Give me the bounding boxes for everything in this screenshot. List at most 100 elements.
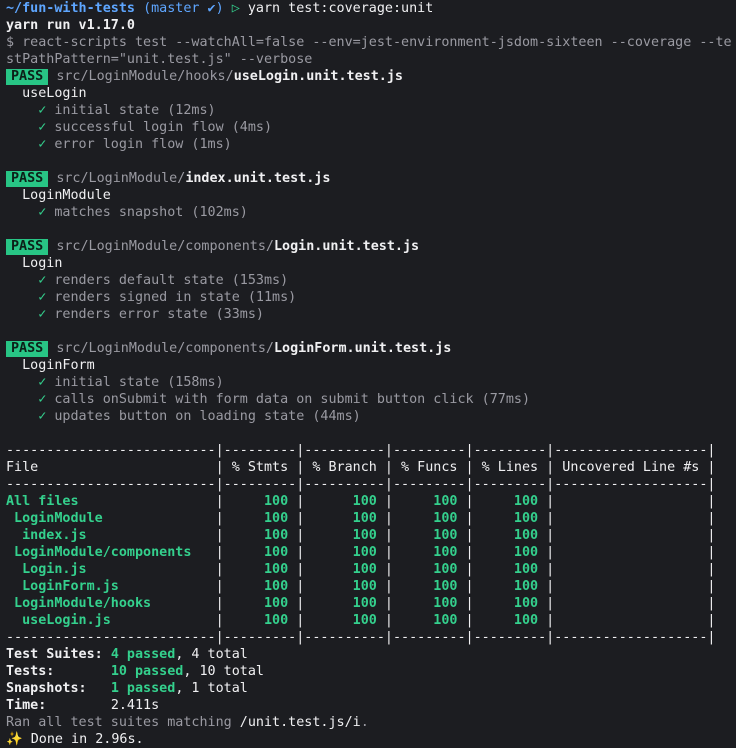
col-sep: | (465, 494, 474, 509)
col-sep: | (707, 511, 716, 526)
summary-time: Time: 2.411s (6, 697, 159, 714)
describe-block: Login (6, 255, 62, 272)
stmts-value: 100 (223, 545, 297, 560)
summary-label: Snapshots: (6, 681, 87, 696)
file-name: useLogin.js (6, 613, 216, 628)
test-name: error login flow (1ms) (54, 137, 232, 152)
lines-value: 100 (473, 562, 547, 577)
col-sep: | (384, 579, 393, 594)
ran-suffix: . (360, 715, 369, 730)
prompt-branch: (master ✔) (143, 1, 224, 16)
uncovered-value (554, 596, 707, 611)
col-sep: | (384, 545, 393, 560)
uncovered-value (554, 511, 707, 526)
lines-value: 100 (473, 613, 547, 628)
col-sep: | (707, 562, 716, 577)
col-sep: | (384, 613, 393, 628)
header-branch: % Branch (304, 460, 385, 475)
col-sep: | (215, 613, 224, 628)
summary-ran: Ran all test suites matching /unit.test.… (6, 714, 369, 731)
check-icon: ✓ (38, 290, 47, 305)
prompt-path: ~/fun-with-tests (6, 1, 135, 16)
suite-file: Login.unit.test.js (273, 239, 420, 254)
uncovered-value (554, 545, 707, 560)
check-icon: ✓ (38, 375, 47, 390)
test-result: ✓ calls onSubmit with form data on submi… (6, 391, 530, 408)
describe-name: Login (22, 256, 63, 271)
suite-header: PASS src/LoginModule/index.unit.test.js (6, 170, 330, 187)
lines-value: 100 (473, 545, 547, 560)
funcs-value: 100 (392, 494, 466, 509)
branch-value: 100 (304, 494, 385, 509)
test-name: renders default state (153ms) (54, 273, 289, 288)
pass-badge: PASS (6, 239, 49, 255)
pass-badge: PASS (6, 69, 49, 85)
file-name: Login.js (6, 562, 216, 577)
file-name: LoginModule (6, 511, 216, 526)
lines-value: 100 (473, 579, 547, 594)
test-name: successful login flow (4ms) (54, 120, 273, 135)
funcs-value: 100 (392, 545, 466, 560)
prompt-command: yarn test:coverage:unit (247, 1, 434, 16)
summary-label: Tests: (6, 664, 55, 679)
branch-value: 100 (304, 613, 385, 628)
funcs-value: 100 (392, 596, 466, 611)
table-row: useLogin.js | 100 | 100 | 100 | 100 | | (6, 612, 715, 629)
col-sep: | (707, 579, 716, 594)
header-file: File (6, 460, 216, 475)
test-result: ✓ renders error state (33ms) (6, 306, 264, 323)
funcs-value: 100 (392, 613, 466, 628)
branch-value: 100 (304, 545, 385, 560)
command-line-1: $ react-scripts test --watchAll=false --… (6, 35, 732, 50)
suite-dir: src/LoginModule/components/ (56, 341, 274, 356)
uncovered-value (554, 562, 707, 577)
lines-value: 100 (473, 511, 547, 526)
file-name: index.js (6, 528, 216, 543)
prompt-line: ~/fun-with-tests (master ✔) ▷ yarn test:… (6, 0, 433, 17)
table-row: All files | 100 | 100 | 100 | 100 | | (6, 493, 715, 510)
col-sep: | (465, 511, 474, 526)
border-text: --------------------------|---------|---… (6, 630, 716, 645)
check-icon: ✓ (38, 137, 47, 152)
pass-badge: PASS (6, 341, 49, 357)
test-name: initial state (12ms) (54, 103, 216, 118)
funcs-value: 100 (392, 562, 466, 577)
col-sep: | (215, 596, 224, 611)
test-name: renders error state (33ms) (54, 307, 264, 322)
check-icon: ✓ (38, 205, 47, 220)
funcs-value: 100 (392, 528, 466, 543)
stmts-value: 100 (223, 528, 297, 543)
file-name: LoginModule/components (6, 545, 216, 560)
col-sep: | (215, 545, 224, 560)
summary-snapshots: Snapshots: 1 passed, 1 total (6, 680, 248, 697)
branch-value: 100 (304, 528, 385, 543)
suite-header: PASS src/LoginModule/components/LoginFor… (6, 340, 451, 357)
summary-time-value: 2.411s (110, 698, 160, 713)
col-sep: | (215, 511, 224, 526)
test-result: ✓ initial state (158ms) (6, 374, 223, 391)
uncovered-value (554, 494, 707, 509)
col-sep: | (215, 579, 224, 594)
test-result: ✓ error login flow (1ms) (6, 136, 232, 153)
check-icon: ✓ (38, 307, 47, 322)
summary-passed: 10 passed (110, 664, 184, 679)
branch-value: 100 (304, 596, 385, 611)
suite-file: index.unit.test.js (185, 171, 331, 186)
col-sep: | (465, 579, 474, 594)
branch-value: 100 (304, 562, 385, 577)
summary-label: Test Suites: (6, 647, 103, 662)
ran-pattern: /unit.test.js/i (239, 715, 361, 730)
describe-block: LoginForm (6, 357, 95, 374)
col-sep: | (465, 545, 474, 560)
suite-dir: src/LoginModule/components/ (56, 239, 274, 254)
check-icon: ✓ (38, 120, 47, 135)
test-result: ✓ initial state (12ms) (6, 102, 216, 119)
col-sep: | (707, 596, 716, 611)
col-sep: | (707, 460, 716, 475)
test-name: updates button on loading state (44ms) (54, 409, 361, 424)
col-sep: | (384, 511, 393, 526)
ran-prefix: Ran all test suites matching (6, 715, 240, 730)
border-text: --------------------------|---------|---… (6, 443, 716, 458)
branch-value: 100 (304, 579, 385, 594)
stmts-value: 100 (223, 579, 297, 594)
